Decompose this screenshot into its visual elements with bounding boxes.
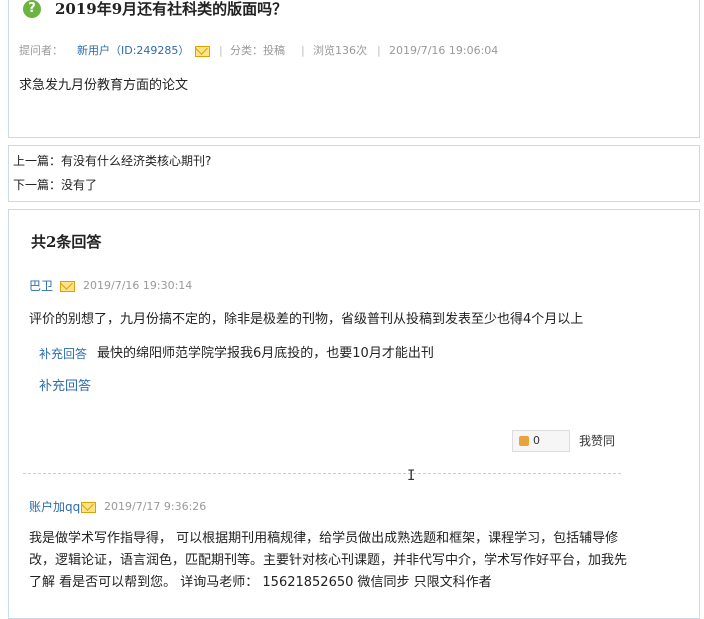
answer-user-link[interactable]: 巴卫 bbox=[29, 279, 53, 293]
asker-name-link[interactable]: 新用户（ID:249285） bbox=[77, 44, 189, 58]
supplement-label: 补充回答 bbox=[39, 347, 88, 361]
like-button[interactable]: 0 bbox=[512, 430, 570, 452]
like-count: 0 bbox=[533, 434, 540, 447]
thumbs-up-icon bbox=[519, 436, 529, 446]
mail-icon[interactable] bbox=[60, 279, 75, 293]
mail-icon[interactable] bbox=[81, 500, 96, 514]
question-category: 分类：投稿 bbox=[230, 44, 285, 57]
answers-box: 共2条回答 巴卫 2019/7/16 19:30:14 评价的别想了，九月份搞不… bbox=[8, 209, 700, 619]
prev-article-link[interactable]: 上一篇：有没有什么经济类核心期刊? bbox=[13, 153, 211, 169]
text-cursor-icon: I bbox=[407, 468, 416, 484]
answer-divider bbox=[23, 473, 621, 474]
answer-text: 评价的别想了，九月份搞不定的，除非是极差的刊物，省级普刊从投稿到发表至少也得4个… bbox=[29, 312, 584, 327]
question-body: 求急发九月份教育方面的论文 bbox=[19, 78, 189, 93]
answer-time: 2019/7/17 9:36:26 bbox=[104, 500, 207, 513]
mail-icon[interactable] bbox=[195, 44, 210, 58]
asker-label: 提问者： bbox=[19, 44, 63, 57]
answers-header: 共2条回答 bbox=[31, 233, 102, 251]
question-box: ? 2019年9月还有社科类的版面吗？ 提问者： 新用户（ID:249285） … bbox=[8, 0, 700, 138]
question-icon: ? bbox=[23, 0, 41, 18]
agree-label: 我赞同 bbox=[579, 434, 616, 448]
prev-next-nav: 上一篇：有没有什么经济类核心期刊? 下一篇：没有了 bbox=[8, 145, 700, 202]
supplement-text: 最快的绵阳师范学院学报我6月底投的，也要10月才能出刊 bbox=[97, 346, 434, 361]
add-supplement-link[interactable]: 补充回答 bbox=[39, 378, 91, 396]
question-title: 2019年9月还有社科类的版面吗？ bbox=[55, 0, 288, 18]
answer-text: 我是做学术写作指导得， 可以根据期刊用稿规律，给学员做出成熟选题和框架，课程学习… bbox=[29, 531, 628, 590]
next-article-text: 下一篇：没有了 bbox=[13, 178, 98, 192]
question-time: 2019/7/16 19:06:04 bbox=[389, 44, 499, 57]
answer-user-link[interactable]: 账户加qq bbox=[29, 500, 80, 514]
question-views: 浏览136次 bbox=[313, 44, 367, 57]
answer-time: 2019/7/16 19:30:14 bbox=[83, 279, 193, 292]
